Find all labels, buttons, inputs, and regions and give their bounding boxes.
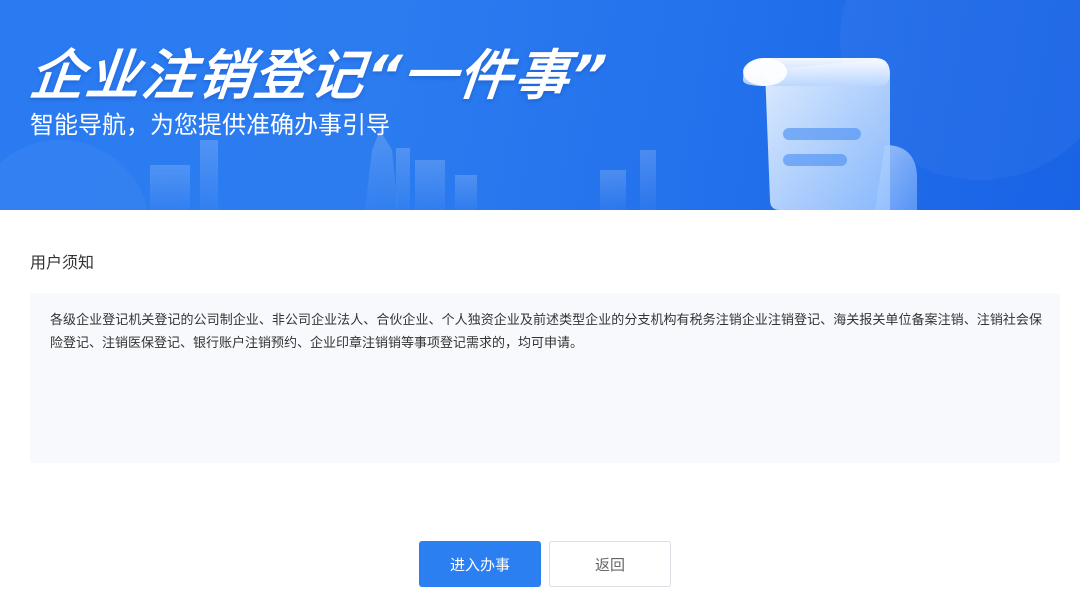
user-notice-heading: 用户须知 bbox=[30, 253, 95, 272]
notice-text: 各级企业登记机关登记的公司制企业、非公司企业法人、合伙企业、个人独资企业及前述类… bbox=[50, 313, 1042, 351]
banner-title: 企业注销登记“一件事” bbox=[26, 44, 611, 107]
document-scroll-icon bbox=[743, 58, 917, 210]
back-button[interactable]: 返回 bbox=[549, 541, 671, 587]
notice-content-box: 各级企业登记机关登记的公司制企业、非公司企业法人、合伙企业、个人独资企业及前述类… bbox=[30, 293, 1060, 463]
page-banner: 企业注销登记“一件事” 智能导航，为您提供准确办事引导 bbox=[0, 0, 1080, 210]
banner-subtitle: 智能导航，为您提供准确办事引导 bbox=[30, 111, 390, 139]
enter-service-button[interactable]: 进入办事 bbox=[419, 541, 541, 587]
